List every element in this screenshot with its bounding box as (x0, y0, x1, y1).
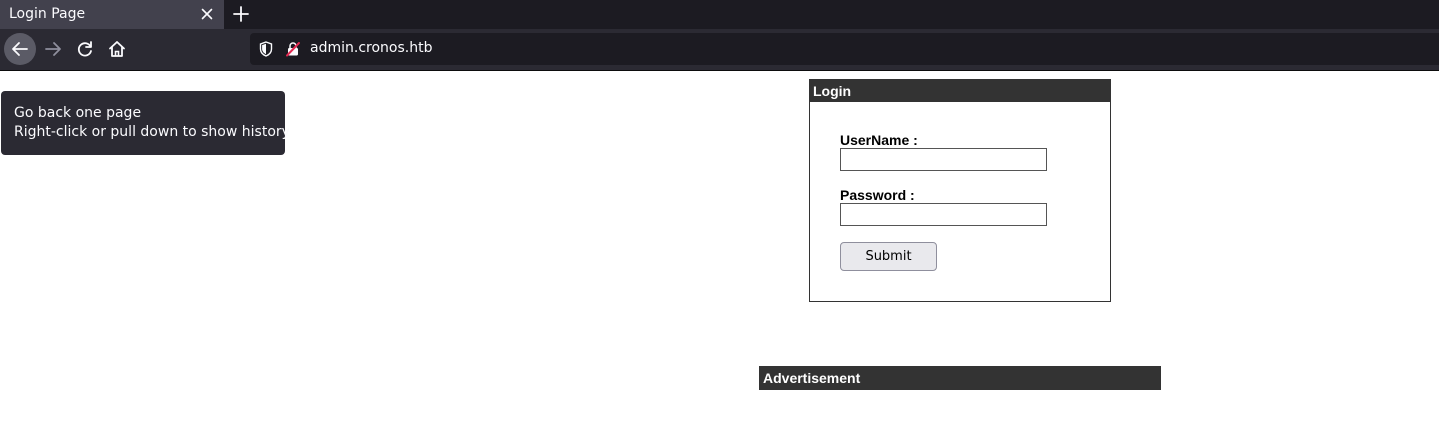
plus-icon[interactable] (230, 3, 252, 25)
reload-button[interactable] (69, 33, 101, 65)
tooltip-line-1: Go back one page (14, 105, 142, 121)
arrow-right-icon (45, 42, 61, 56)
advertisement-header: Advertisement (759, 366, 1161, 390)
submit-button[interactable]: Submit (840, 242, 937, 271)
username-input[interactable] (840, 148, 1047, 171)
close-icon[interactable] (198, 5, 216, 23)
insecure-lock-icon[interactable] (285, 41, 301, 57)
shield-icon[interactable] (258, 40, 274, 58)
tab-login-page[interactable]: Login Page (0, 0, 224, 29)
arrow-left-icon (12, 42, 28, 56)
navigation-toolbar: admin.cronos.htb (0, 29, 1439, 71)
home-button[interactable] (101, 33, 133, 65)
back-button-tooltip: Go back one page Right-click or pull dow… (1, 91, 290, 155)
username-label: UserName : (840, 132, 918, 148)
tooltip-line-2: Right-click or pull down to show history (14, 124, 290, 140)
back-button[interactable] (4, 33, 36, 65)
url-bar[interactable]: admin.cronos.htb (250, 33, 1439, 65)
forward-button[interactable] (37, 33, 69, 65)
login-panel: Login UserName : Password : Submit (809, 79, 1111, 302)
url-text[interactable]: admin.cronos.htb (310, 40, 432, 56)
login-panel-header: Login (810, 80, 1110, 102)
reload-icon (77, 41, 92, 57)
tab-title: Login Page (9, 6, 86, 22)
password-input[interactable] (840, 203, 1047, 226)
password-label: Password : (840, 187, 915, 203)
tab-bar: Login Page (0, 0, 1439, 29)
home-icon (109, 41, 125, 57)
